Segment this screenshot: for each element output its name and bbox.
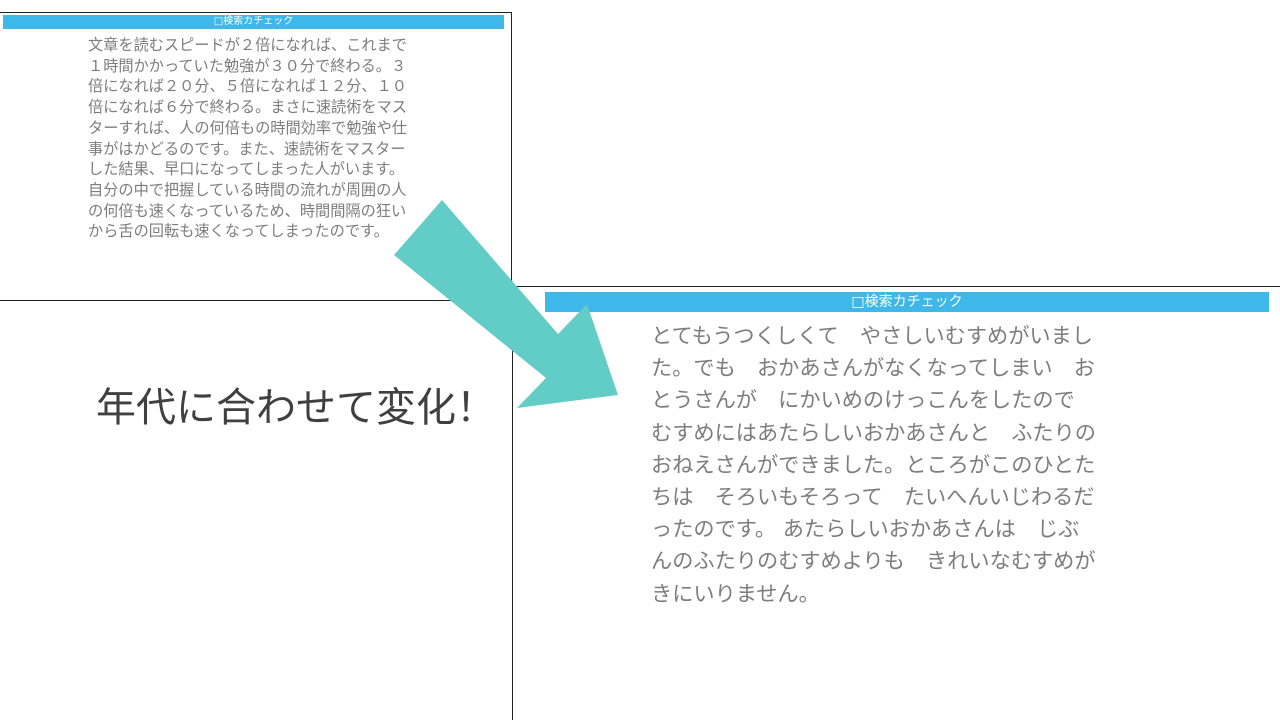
caption-text: 年代に合わせて変化！ [96, 385, 496, 431]
top-panel-header: □検索カチェック [3, 15, 504, 29]
bottom-panel-header: □検索カチェック [545, 292, 1269, 312]
bottom-panel-body: とてもうつくしくて やさしいむすめがいまし た。でも おかあさんがなくなってしま… [651, 323, 1096, 606]
transition-arrow-icon [394, 200, 618, 408]
arrow-shape [394, 200, 618, 408]
top-panel-body: 文章を読むスピードが２倍になれば、これまで １時間かかっていた勉強が３０分で終わ… [88, 36, 407, 241]
slide: □検索カチェック 文章を読むスピードが２倍になれば、これまで １時間かかっていた… [0, 0, 1280, 720]
